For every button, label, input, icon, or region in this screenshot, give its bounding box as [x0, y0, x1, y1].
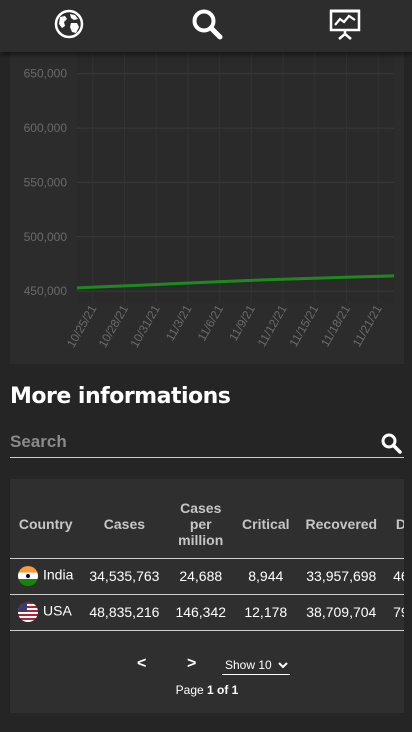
page-size-label: Show 10 — [225, 658, 272, 672]
x-tick-label: 11/21/21 — [350, 302, 385, 349]
next-page-button[interactable]: > — [187, 655, 196, 673]
table-row[interactable]: USA 48,835,216 146,342 12,178 38,709,704… — [10, 593, 404, 631]
y-tick-label: 450,000 — [24, 284, 68, 298]
column-header-deaths[interactable]: D — [385, 491, 404, 558]
nav-search-button[interactable] — [185, 4, 229, 44]
critical-cell: 12,178 — [234, 593, 298, 631]
page-indicator: Page 1 of 1 — [10, 683, 404, 697]
country-name: India — [43, 566, 74, 583]
critical-cell: 8,944 — [234, 557, 298, 594]
column-header-country[interactable]: Country — [10, 491, 81, 558]
search-input[interactable] — [10, 428, 370, 456]
per-million-cell: 146,342 — [167, 593, 235, 631]
prev-page-button[interactable]: < — [137, 655, 146, 673]
search-icon[interactable] — [380, 432, 402, 454]
country-name: USA — [43, 602, 72, 619]
page-prefix: Page — [175, 683, 207, 697]
y-tick-label: 600,000 — [24, 121, 68, 135]
chevron-down-icon — [278, 662, 288, 669]
nav-stats-button[interactable] — [323, 4, 367, 44]
x-tick-label: 10/28/21 — [96, 302, 132, 350]
deaths-cell: 46 — [385, 557, 404, 594]
page-size-select[interactable]: Show 10 — [222, 657, 290, 675]
table-row[interactable]: India 34,535,763 24,688 8,944 33,957,698… — [10, 557, 404, 594]
usa-flag-icon — [18, 602, 38, 622]
section-title: More informations — [10, 384, 231, 409]
line-chart-svg: 450,000 500,000 550,000 600,000 650,000 10/25… — [24, 52, 395, 350]
per-million-cell: 24,688 — [167, 557, 235, 594]
x-tick-label: 10/25/21 — [64, 302, 100, 350]
deaths-cell: 79 — [385, 593, 404, 631]
y-tick-label: 500,000 — [24, 230, 68, 244]
x-tick-label: 11/15/21 — [286, 302, 321, 349]
country-table: Country Cases Cases per million Critical… — [10, 491, 404, 631]
nav-world-button[interactable] — [47, 4, 91, 44]
cases-chart: 450,000 500,000 550,000 600,000 650,000 10/25… — [10, 52, 404, 364]
x-tick-label: 11/12/21 — [255, 302, 290, 349]
table-header-row: Country Cases Cases per million Critical… — [10, 491, 404, 558]
country-table-card: Country Cases Cases per million Critical… — [10, 479, 404, 713]
cases-cell: 34,535,763 — [81, 557, 168, 594]
country-cell: India — [10, 557, 82, 594]
pagination: < > Show 10 — [10, 655, 404, 677]
y-tick-label: 550,000 — [24, 175, 68, 189]
chart-presentation-icon — [329, 9, 361, 40]
globe-icon — [54, 9, 84, 39]
column-header-cases-per-million[interactable]: Cases per million — [167, 491, 234, 558]
x-tick-label: 11/6/21 — [195, 302, 227, 343]
top-navigation-bar — [0, 0, 412, 52]
column-header-recovered[interactable]: Recovered — [298, 491, 386, 558]
page-current: 1 of 1 — [207, 683, 239, 697]
x-tick-label: 10/31/21 — [127, 302, 163, 350]
y-tick-label: 650,000 — [24, 67, 68, 81]
cases-cell: 48,835,216 — [81, 593, 168, 631]
x-tick-label: 11/18/21 — [318, 302, 353, 349]
x-tick-label: 11/3/21 — [163, 302, 195, 343]
column-header-cases[interactable]: Cases — [81, 491, 167, 558]
recovered-cell: 33,957,698 — [297, 557, 386, 594]
search-bar — [10, 428, 404, 458]
recovered-cell: 38,709,704 — [297, 593, 386, 631]
search-icon — [192, 9, 223, 40]
country-cell: USA — [10, 593, 82, 631]
x-tick-label: 11/9/21 — [226, 302, 258, 343]
india-flag-icon — [18, 566, 38, 586]
column-header-critical[interactable]: Critical — [234, 491, 297, 558]
